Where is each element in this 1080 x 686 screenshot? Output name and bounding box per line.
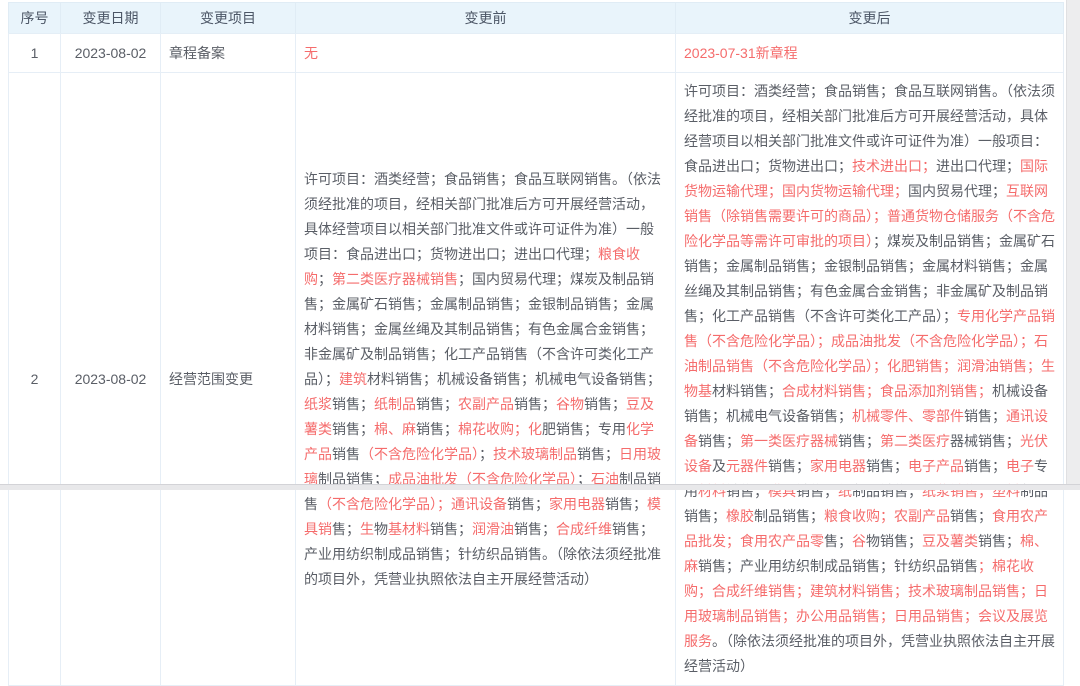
- text-segment: 销售；: [332, 421, 374, 437]
- diff-highlight-text: 电子: [1006, 458, 1034, 474]
- cell-after-change: 2023-07-31新章程: [676, 34, 1064, 73]
- cell-change-item: 经营范围变更: [161, 73, 296, 686]
- text-segment: 销售；: [964, 458, 1006, 474]
- text-segment: 销售；: [605, 496, 647, 512]
- text-segment: 售；: [332, 521, 360, 537]
- diff-highlight-text: 合成材料销售；食品添加剂销售；: [782, 383, 992, 399]
- text-segment: 销售；: [768, 458, 810, 474]
- column-header-before-change: 变更前: [296, 3, 676, 34]
- text-segment: 销售；: [514, 396, 556, 412]
- cell-before-change: 无: [296, 34, 676, 73]
- text-segment: 制品销售；: [754, 508, 824, 524]
- diff-highlight-text: 纸制品: [374, 396, 416, 412]
- text-segment: 材料销售；机械设备销售；机械电气设备销售；: [367, 371, 661, 387]
- diff-highlight-text: 家用电器: [810, 458, 866, 474]
- text-segment: ；: [318, 271, 332, 287]
- text-segment: 销售；: [964, 408, 1006, 424]
- cell-after-change: 许可项目：酒类经营；食品销售；食品互联网销售。（依法须经批准的项目，经相关部门批…: [676, 73, 1064, 686]
- diff-highlight-text: 无: [304, 45, 318, 61]
- diff-highlight-text: 谷物: [556, 396, 584, 412]
- diff-highlight-text: 第二类医疗器械销售: [332, 271, 458, 287]
- text-segment: 销售；: [950, 508, 992, 524]
- text-segment: 销售；: [577, 446, 619, 462]
- diff-highlight-text: 电子产品: [908, 458, 964, 474]
- diff-highlight-text: 家用电器: [549, 496, 605, 512]
- diff-highlight-text: 第一类医疗器械: [740, 433, 838, 449]
- text-segment: 销售；产业用纺织制成品销售；针纺织品销售: [698, 558, 978, 574]
- text-segment: 销售；: [507, 496, 549, 512]
- text-segment: 销售: [332, 446, 360, 462]
- table-row: 2 2023-08-02 经营范围变更 许可项目：酒类经营；食品销售；食品互联网…: [9, 73, 1064, 686]
- text-segment: ；: [479, 446, 493, 462]
- diff-highlight-text: 2023-07-31新章程: [684, 45, 798, 61]
- cell-seq: 2: [9, 73, 61, 686]
- vertical-scrollbar-track[interactable]: [1066, 0, 1080, 484]
- text-segment: 销售；: [514, 521, 556, 537]
- diff-highlight-text: 合成纤维: [556, 521, 612, 537]
- text-segment: 材料销售；: [712, 383, 782, 399]
- text-segment: 。（除依法须经批准的项目外，凭营业执照依法自主开展经营活动）: [684, 633, 1055, 674]
- text-segment: 物销售；: [866, 533, 922, 549]
- header-row: 序号 变更日期 变更项目 变更前 变更后: [9, 3, 1064, 34]
- diff-highlight-text: 棉、麻: [374, 421, 416, 437]
- diff-highlight-text: 建筑: [339, 371, 367, 387]
- text-segment: 销售；: [332, 396, 374, 412]
- column-header-seq: 序号: [9, 3, 61, 34]
- text-segment: 售；: [824, 533, 852, 549]
- text-segment: 销售；: [866, 458, 908, 474]
- change-records-page: 序号 变更日期 变更项目 变更前 变更后 1 2023-08-02 章程备案 无…: [0, 0, 1080, 490]
- diff-highlight-text: （不含危险化学品）: [360, 446, 479, 462]
- text-segment: 器械销售；: [950, 433, 1020, 449]
- text-segment: 物: [374, 521, 388, 537]
- text-segment: 进出口代理；: [936, 158, 1020, 174]
- diff-highlight-text: 机械零件、零部件: [852, 408, 964, 424]
- diff-highlight-text: 谷: [852, 533, 866, 549]
- text-segment: 销售；: [838, 433, 880, 449]
- diff-highlight-text: 第二类医疗: [880, 433, 950, 449]
- text-segment: 及: [712, 458, 726, 474]
- diff-highlight-text: 基材料: [388, 521, 430, 537]
- text-segment: 销售；: [430, 521, 472, 537]
- cell-before-change: 许可项目：酒类经营；食品销售；食品互联网销售。（依法须经批准的项目，经相关部门批…: [296, 73, 676, 686]
- text-segment: 销售；: [584, 396, 626, 412]
- text-segment: 国内贸易代理；: [908, 183, 1006, 199]
- cell-change-item: 章程备案: [161, 34, 296, 73]
- text-segment: 销售；: [416, 396, 458, 412]
- diff-highlight-text: 润滑油: [472, 521, 514, 537]
- horizontal-scrollbar-track[interactable]: [0, 484, 1080, 490]
- diff-highlight-text: 农副产品: [458, 396, 514, 412]
- column-header-after-change: 变更后: [676, 3, 1064, 34]
- text-segment: 销售；: [698, 433, 740, 449]
- column-header-change-item: 变更项目: [161, 3, 296, 34]
- table-row: 1 2023-08-02 章程备案 无 2023-07-31新章程: [9, 34, 1064, 73]
- diff-highlight-text: 粮食收购；农副产品: [824, 508, 950, 524]
- cell-change-date: 2023-08-02: [61, 73, 161, 686]
- cell-change-date: 2023-08-02: [61, 34, 161, 73]
- diff-highlight-text: 技术玻璃制品: [493, 446, 577, 462]
- text-segment: 肥销售；专用: [542, 421, 626, 437]
- cell-seq: 1: [9, 34, 61, 73]
- text-segment: 销售；: [978, 533, 1020, 549]
- change-records-table: 序号 变更日期 变更项目 变更前 变更后 1 2023-08-02 章程备案 无…: [8, 2, 1064, 686]
- diff-highlight-text: 纸浆: [304, 396, 332, 412]
- diff-highlight-text: （不含危险化学品）；通讯设备: [318, 496, 507, 512]
- diff-highlight-text: 元器件: [726, 458, 768, 474]
- diff-highlight-text: 技术进出口；: [852, 158, 936, 174]
- diff-highlight-text: 生: [360, 521, 374, 537]
- diff-highlight-text: 橡胶: [726, 508, 754, 524]
- column-header-change-date: 变更日期: [61, 3, 161, 34]
- text-segment: ；国内贸易代理；煤炭及制品销售；金属矿石销售；金属制品销售；金银制品销售；金属材…: [304, 271, 654, 387]
- diff-highlight-text: 豆及薯类: [922, 533, 978, 549]
- diff-highlight-text: 棉花收购；化: [458, 421, 542, 437]
- text-segment: 销售；: [416, 421, 458, 437]
